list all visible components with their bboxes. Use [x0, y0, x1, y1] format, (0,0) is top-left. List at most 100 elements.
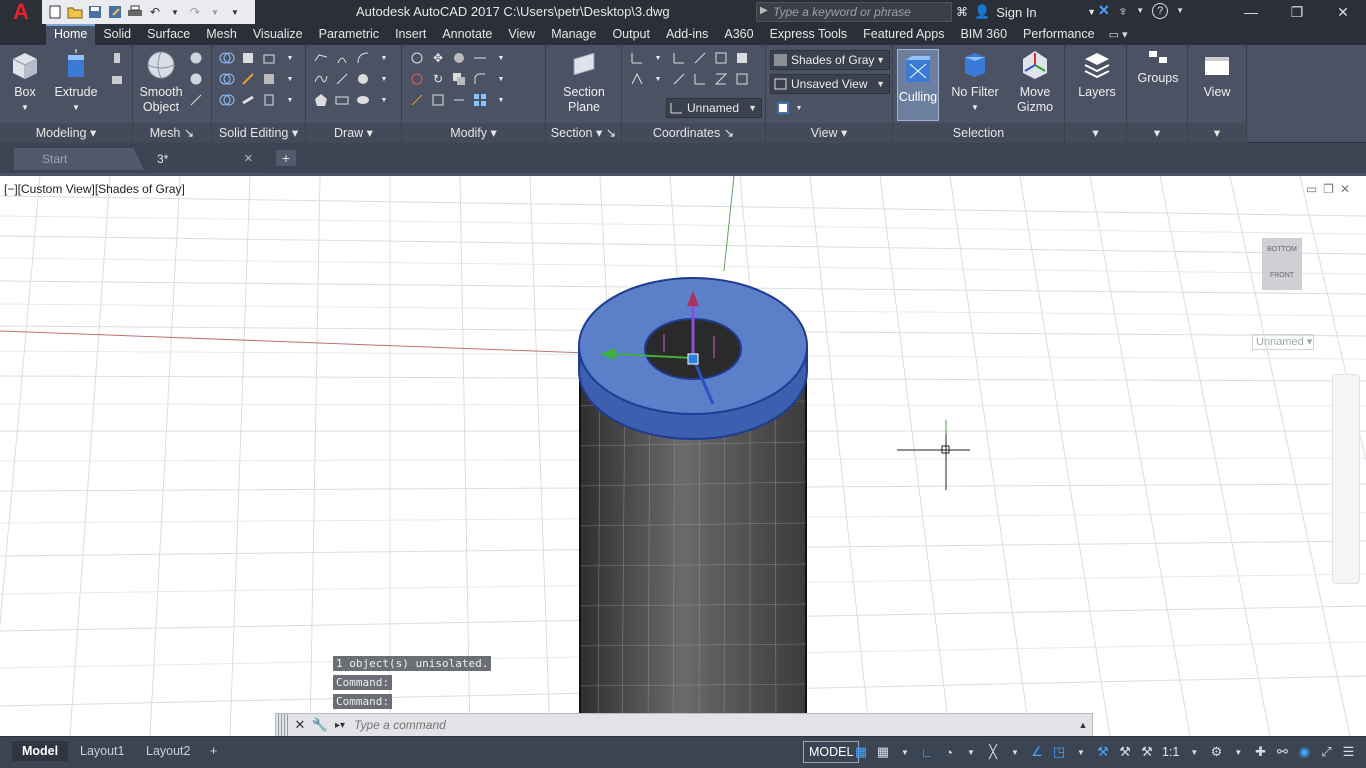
new-tab-icon[interactable]: +: [276, 150, 296, 166]
move-gizmo-button[interactable]: Move Gizmo: [1011, 49, 1059, 115]
save-as-icon[interactable]: [106, 3, 124, 21]
tab-insert[interactable]: Insert: [387, 24, 434, 45]
model-space-button[interactable]: MODEL: [803, 741, 860, 763]
panel-title-mesh[interactable]: Mesh ↘: [133, 123, 211, 143]
extrude-button[interactable]: Extrude ▼: [52, 49, 100, 115]
spline-icon[interactable]: [312, 70, 330, 88]
array-icon[interactable]: [471, 91, 489, 109]
polar-dropdown-icon[interactable]: ▼: [962, 742, 980, 762]
layers-expand-icon[interactable]: ▾: [1065, 123, 1126, 143]
separate-dropdown-icon[interactable]: ▼: [281, 70, 299, 88]
tab-a360[interactable]: A360: [716, 24, 761, 45]
file-tab-start[interactable]: Start: [14, 148, 144, 170]
union-icon[interactable]: [218, 49, 236, 67]
restore-icon[interactable]: ❐: [1274, 0, 1320, 24]
sign-in-dropdown-icon[interactable]: ▼: [1087, 7, 1096, 17]
named-view-combo[interactable]: Unsaved View ▼: [770, 74, 890, 94]
help-icon[interactable]: ?: [1152, 2, 1169, 19]
ucs-face-icon[interactable]: [712, 49, 730, 67]
copy-icon[interactable]: [450, 70, 468, 88]
no-filter-button[interactable]: No Filter ▼: [949, 49, 1001, 115]
ucs-z-icon[interactable]: [712, 70, 730, 88]
mesh-smooth-less-icon[interactable]: [187, 70, 205, 88]
search-box[interactable]: ▶ Type a keyword or phrase: [756, 2, 952, 22]
ucs-x-icon[interactable]: [691, 49, 709, 67]
annotation-scale-icon[interactable]: ⚒: [1138, 742, 1156, 762]
culling-button[interactable]: Culling: [897, 49, 939, 121]
presspull-icon[interactable]: [108, 49, 126, 67]
thicken-icon[interactable]: [239, 91, 257, 109]
tab-annotate[interactable]: Annotate: [434, 24, 500, 45]
trim-icon[interactable]: [471, 49, 489, 67]
panel-title-draw[interactable]: Draw ▾: [306, 123, 401, 143]
command-recent-icon[interactable]: ▸▾: [330, 714, 350, 736]
move-icon[interactable]: ✥: [429, 49, 447, 67]
polyline-icon[interactable]: [312, 49, 330, 67]
annotation-monitor-icon[interactable]: ✚: [1251, 742, 1269, 762]
redo-dropdown-icon[interactable]: ▼: [206, 3, 224, 21]
ribbon-minimize-icon[interactable]: ▭ ▾: [1109, 25, 1128, 45]
line-icon[interactable]: [333, 70, 351, 88]
tab-view[interactable]: View: [500, 24, 543, 45]
object-snap-icon[interactable]: ◳: [1050, 742, 1068, 762]
trim-dropdown-icon[interactable]: ▼: [492, 49, 510, 67]
hardware-acceleration-icon[interactable]: ◉: [1295, 742, 1313, 762]
layout-tab-layout2[interactable]: Layout2: [136, 741, 200, 761]
named-view-dropdown-icon[interactable]: ▼: [876, 75, 885, 93]
isodraft-dropdown-icon[interactable]: ▼: [1006, 742, 1024, 762]
tab-performance[interactable]: Performance: [1015, 24, 1103, 45]
box-dropdown-icon[interactable]: ▼: [21, 100, 29, 115]
search-expand-icon[interactable]: ▶: [760, 5, 768, 16]
viewport-restore-icon[interactable]: ❐: [1323, 182, 1334, 196]
workspace-gear-icon[interactable]: ⚙: [1207, 742, 1225, 762]
help-dropdown-icon[interactable]: ▼: [1176, 6, 1184, 15]
move-3d-icon[interactable]: [408, 49, 426, 67]
tab-home[interactable]: Home: [46, 24, 96, 45]
tab-featured-apps[interactable]: Featured Apps: [855, 24, 952, 45]
annotation-scale-value[interactable]: 1:1: [1160, 745, 1181, 759]
customize-qat-icon[interactable]: ▼: [226, 3, 244, 21]
ucs-view-icon[interactable]: [691, 70, 709, 88]
ucs-y-icon[interactable]: [670, 70, 688, 88]
ucs-object-icon[interactable]: [733, 70, 751, 88]
redo-icon[interactable]: ↷: [186, 3, 204, 21]
command-close-icon[interactable]: ✕: [290, 714, 310, 736]
extrude-faces-dropdown-icon[interactable]: ▼: [281, 49, 299, 67]
ucs-world-icon[interactable]: [670, 49, 688, 67]
chamfer-icon[interactable]: [471, 70, 489, 88]
scale-dropdown-icon[interactable]: ▼: [1185, 742, 1203, 762]
box-button[interactable]: Box ▼: [6, 49, 44, 115]
ellipse-dropdown-icon[interactable]: ▼: [375, 91, 393, 109]
object-snap-tracking-icon[interactable]: ∠: [1028, 742, 1046, 762]
tab-solid[interactable]: Solid: [95, 24, 139, 45]
shell-dropdown-icon[interactable]: ▼: [281, 91, 299, 109]
shell-icon[interactable]: [260, 91, 278, 109]
no-filter-dropdown-icon[interactable]: ▼: [971, 100, 979, 115]
tab-mesh[interactable]: Mesh: [198, 24, 245, 45]
viewport-config-dropdown-icon[interactable]: ▼: [790, 99, 808, 117]
groups-expand-icon[interactable]: ▾: [1127, 123, 1187, 143]
a360-dropdown-icon[interactable]: ▼: [1136, 6, 1144, 15]
polysolid-icon[interactable]: [108, 70, 126, 88]
command-customize-icon[interactable]: 🔧: [310, 714, 330, 736]
panel-title-view[interactable]: View ▾: [766, 123, 892, 143]
helix-icon[interactable]: [333, 49, 351, 67]
view-expand-icon[interactable]: ▾: [1188, 123, 1246, 143]
save-icon[interactable]: [86, 3, 104, 21]
viewport-minimize-icon[interactable]: ▭: [1306, 182, 1317, 196]
new-file-icon[interactable]: [46, 3, 64, 21]
ortho-icon[interactable]: ∟: [918, 742, 936, 762]
polygon-icon[interactable]: [312, 91, 330, 109]
tab-parametric[interactable]: Parametric: [311, 24, 387, 45]
sign-in-area[interactable]: ⌘ 👤 Sign In ▼: [956, 2, 1096, 22]
tab-express-tools[interactable]: Express Tools: [762, 24, 856, 45]
viewcube[interactable]: BOTTOM FRONT: [1262, 238, 1302, 290]
intersect-icon[interactable]: [218, 91, 236, 109]
subtract-icon[interactable]: [218, 70, 236, 88]
mesh-smooth-more-icon[interactable]: [187, 49, 205, 67]
section-plane-button[interactable]: Section Plane: [560, 49, 608, 115]
rectangle-icon[interactable]: [333, 91, 351, 109]
workspace-dropdown-icon[interactable]: ▼: [1229, 742, 1247, 762]
viewport-controls-label[interactable]: [−][Custom View][Shades of Gray]: [4, 182, 185, 196]
file-tab-3[interactable]: 3* ✕: [145, 148, 269, 170]
